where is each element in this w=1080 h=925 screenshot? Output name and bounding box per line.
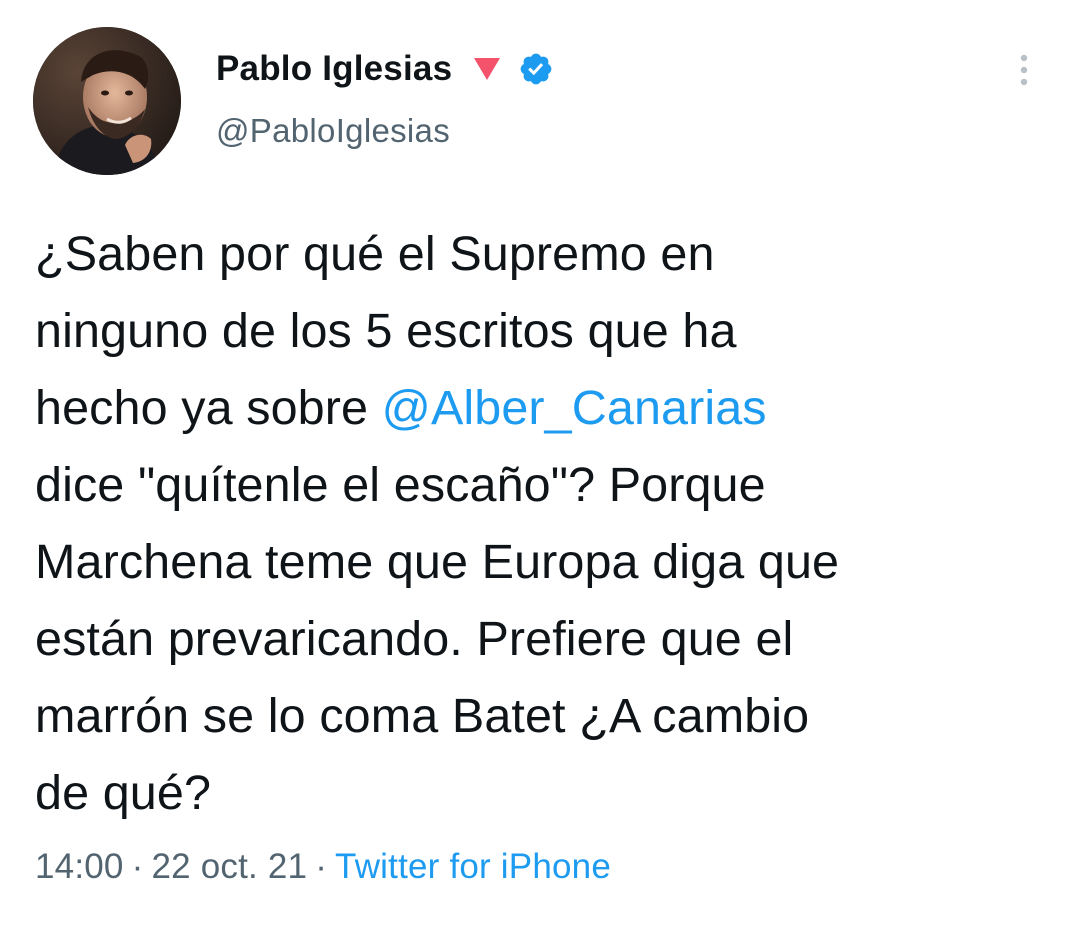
meta-separator: · bbox=[315, 847, 328, 886]
verified-badge-icon bbox=[518, 51, 554, 87]
author-name-row: Pablo Iglesias bbox=[216, 46, 554, 92]
tweet-text-line: ¿Saben por qué el Supremo en bbox=[35, 227, 715, 281]
tweet: Pablo Iglesias @PabloIglesias ¿Saben por… bbox=[0, 0, 1080, 925]
tweet-text-line: ninguno de los 5 escritos que ha bbox=[35, 304, 737, 358]
author-handle[interactable]: @PabloIglesias bbox=[216, 112, 450, 150]
mention-link[interactable]: @Alber_Canarias bbox=[382, 381, 767, 435]
tweet-meta: 14:00 · 22 oct. 21 · Twitter for iPhone bbox=[35, 847, 611, 887]
tweet-text-line: marrón se lo coma Batet ¿A cambio bbox=[35, 689, 810, 743]
author-display-name[interactable]: Pablo Iglesias bbox=[216, 49, 452, 89]
more-options-button[interactable] bbox=[1004, 48, 1044, 92]
red-triangle-down-icon bbox=[472, 55, 502, 83]
tweet-text: ¿Saben por qué el Supremo en ninguno de … bbox=[35, 216, 1045, 832]
avatar-photo bbox=[33, 27, 181, 175]
tweet-text-line: dice "quítenle el escaño"? Porque bbox=[35, 458, 766, 512]
avatar[interactable] bbox=[33, 27, 181, 175]
tweet-text-line: están prevaricando. Prefiere que el bbox=[35, 612, 794, 666]
tweet-text-line: Marchena teme que Europa diga que bbox=[35, 535, 840, 589]
tweet-text-line: de qué? bbox=[35, 766, 212, 820]
more-vertical-icon bbox=[1020, 54, 1028, 86]
tweet-time[interactable]: 14:00 bbox=[35, 847, 124, 886]
tweet-source-link[interactable]: Twitter for iPhone bbox=[335, 847, 611, 886]
meta-separator: · bbox=[131, 847, 144, 886]
tweet-text-line: hecho ya sobre @Alber_Canarias bbox=[35, 381, 767, 435]
tweet-date[interactable]: 22 oct. 21 bbox=[151, 847, 307, 886]
